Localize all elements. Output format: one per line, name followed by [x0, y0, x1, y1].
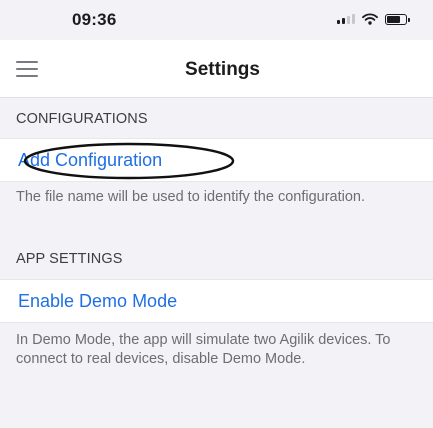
navigation-bar: Settings	[0, 40, 433, 98]
add-configuration-label: Add Configuration	[18, 150, 163, 170]
status-icons	[337, 13, 410, 25]
settings-screen: 09:36 Settings CONFIGURATIONS Add Config…	[0, 0, 433, 428]
section-header-app-settings: APP SETTINGS	[16, 251, 123, 267]
section-footer-app-settings: In Demo Mode, the app will simulate two …	[16, 332, 391, 367]
section-footer-configurations: The file name will be used to identify t…	[16, 189, 366, 205]
section-header-configurations: CONFIGURATIONS	[16, 111, 148, 127]
status-time: 09:36	[72, 10, 117, 29]
wifi-icon	[362, 13, 378, 25]
page-title: Settings	[185, 59, 260, 80]
enable-demo-mode-label: Enable Demo Mode	[18, 291, 178, 311]
enable-demo-mode-button[interactable]: Enable Demo Mode	[0, 279, 433, 323]
add-configuration-button[interactable]: Add Configuration	[0, 138, 433, 182]
signal-icon	[337, 14, 355, 24]
battery-level	[387, 15, 400, 23]
status-bar: 09:36	[0, 0, 433, 40]
battery-icon	[385, 13, 410, 25]
